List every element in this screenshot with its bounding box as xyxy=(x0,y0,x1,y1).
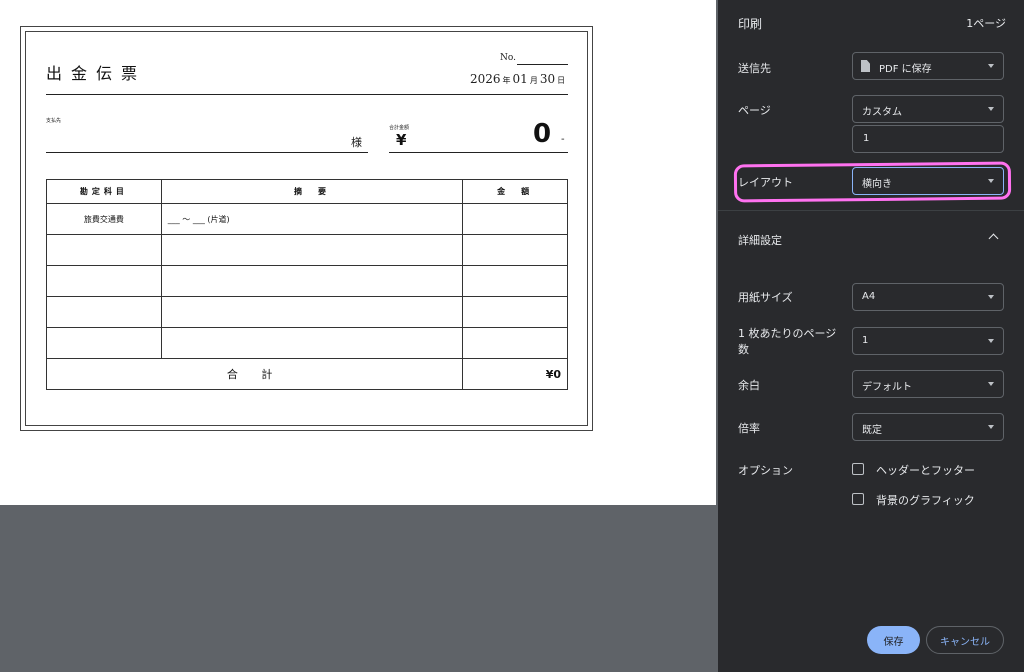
date-year-unit: 年 xyxy=(502,76,511,85)
row-amount xyxy=(462,234,568,266)
row-summary xyxy=(160,265,464,297)
destination-label: 送信先 xyxy=(738,62,771,75)
total-currency: ¥ xyxy=(396,131,407,149)
chevron-down-icon xyxy=(988,382,994,386)
pages-select[interactable]: カスタム xyxy=(852,95,1004,123)
total-amount-label: 合計金額 xyxy=(389,125,410,131)
margins-label: 余白 xyxy=(738,379,760,392)
background-graphics-option[interactable]: 背景のグラフィック xyxy=(852,492,1012,508)
chevron-down-icon xyxy=(988,339,994,343)
table-row xyxy=(46,296,568,328)
payee-line xyxy=(46,152,368,153)
headers-footers-option[interactable]: ヘッダーとフッター xyxy=(852,462,1012,478)
more-settings-label[interactable]: 詳細設定 xyxy=(738,232,782,248)
row-amount xyxy=(462,203,568,235)
chevron-down-icon xyxy=(988,425,994,429)
total-amount: 0 xyxy=(533,119,552,149)
scale-value: 既定 xyxy=(862,425,882,436)
title-underline xyxy=(46,94,568,95)
pages-per-sheet-label: 1 枚あたりのページ数 xyxy=(738,327,837,356)
file-icon xyxy=(861,60,870,72)
date-day: 30 xyxy=(539,72,556,86)
preview-page: 出金伝票 No. 2026 年 01 月 30 日 支払先 様 合計金額 ¥ 0 - 勘定… xyxy=(0,0,716,505)
table-row: 旅費交通費 ___ 〜 ___ (片道) xyxy=(46,203,568,235)
destination-value: PDF に保存 xyxy=(879,64,932,75)
section-divider xyxy=(718,210,1024,211)
row-account xyxy=(46,327,162,359)
chevron-up-icon[interactable] xyxy=(988,233,999,244)
sum-label: 合 計 xyxy=(45,358,464,390)
panel-title: 印刷 xyxy=(738,17,763,31)
slip-number-label: No. xyxy=(500,53,516,63)
header-summary: 摘 要 xyxy=(160,179,464,204)
total-line xyxy=(389,152,568,153)
row-amount xyxy=(462,265,568,297)
payee-suffix: 様 xyxy=(351,136,362,149)
background-graphics-label: 背景のグラフィック xyxy=(876,494,975,507)
print-preview-area: 出金伝票 No. 2026 年 01 月 30 日 支払先 様 合計金額 ¥ 0 - 勘定… xyxy=(0,0,718,672)
row-summary xyxy=(160,296,464,328)
slip-title: 出金伝票 xyxy=(46,64,147,83)
header-account: 勘定科目 xyxy=(46,179,162,204)
annotation-highlight xyxy=(733,161,1012,203)
date-day-unit: 日 xyxy=(557,76,566,85)
row-summary xyxy=(160,327,464,359)
row-summary: ___ 〜 ___ (片道) xyxy=(160,203,464,235)
margins-select[interactable]: デフォルト xyxy=(852,370,1004,398)
print-settings-panel: 印刷 1ページ 送信先 PDF に保存 ページ カスタム レイアウト 横向き 詳… xyxy=(718,0,1024,672)
table-header-row: 勘定科目 摘 要 金 額 xyxy=(46,179,568,204)
header-amount: 金 額 xyxy=(462,179,568,204)
slip-number-line xyxy=(517,64,568,65)
chevron-down-icon xyxy=(988,64,994,68)
sum-value: ¥0 xyxy=(462,358,568,390)
row-account: 旅費交通費 xyxy=(46,203,162,235)
row-amount xyxy=(462,296,568,328)
paper-size-value: A4 xyxy=(862,291,876,302)
paper-size-select[interactable]: A4 xyxy=(852,283,1004,311)
options-label: オプション xyxy=(738,464,793,477)
headers-footers-label: ヘッダーとフッター xyxy=(876,464,975,477)
pages-label: ページ xyxy=(738,104,771,117)
cancel-button[interactable]: キャンセル xyxy=(926,626,1004,654)
table-row xyxy=(46,265,568,297)
row-summary xyxy=(160,234,464,266)
ledger-table: 勘定科目 摘 要 金 額 旅費交通費 ___ 〜 ___ (片道) 合 計 ¥0 xyxy=(45,179,568,390)
payee-label: 支払先 xyxy=(46,118,62,124)
page-range-input[interactable] xyxy=(861,132,995,145)
pages-value: カスタム xyxy=(862,107,902,118)
date-year: 2026 xyxy=(470,72,501,86)
page-range-field[interactable] xyxy=(852,125,1004,153)
paper-size-label: 用紙サイズ xyxy=(738,291,793,304)
pages-per-sheet-value: 1 xyxy=(862,335,869,346)
sheet-count: 1ページ xyxy=(966,17,1006,30)
chevron-down-icon xyxy=(988,107,994,111)
row-amount xyxy=(462,327,568,359)
row-account xyxy=(46,234,162,266)
row-account xyxy=(46,265,162,297)
margins-value: デフォルト xyxy=(862,382,912,393)
pages-per-sheet-select[interactable]: 1 xyxy=(852,327,1004,355)
date-month-unit: 月 xyxy=(529,76,538,85)
destination-select[interactable]: PDF に保存 xyxy=(852,52,1004,80)
save-button[interactable]: 保存 xyxy=(867,626,920,654)
row-account xyxy=(46,296,162,328)
headers-footers-checkbox[interactable] xyxy=(852,463,864,475)
date-month: 01 xyxy=(512,72,528,86)
background-graphics-checkbox[interactable] xyxy=(852,493,864,505)
slip-date: 2026 年 01 月 30 日 xyxy=(470,72,567,86)
total-dash: - xyxy=(561,134,565,145)
table-sum-row: 合 計 ¥0 xyxy=(45,358,568,390)
chevron-down-icon xyxy=(988,295,994,299)
table-row xyxy=(46,327,568,359)
scale-label: 倍率 xyxy=(738,422,760,435)
table-row xyxy=(46,234,568,266)
scale-select[interactable]: 既定 xyxy=(852,413,1004,441)
